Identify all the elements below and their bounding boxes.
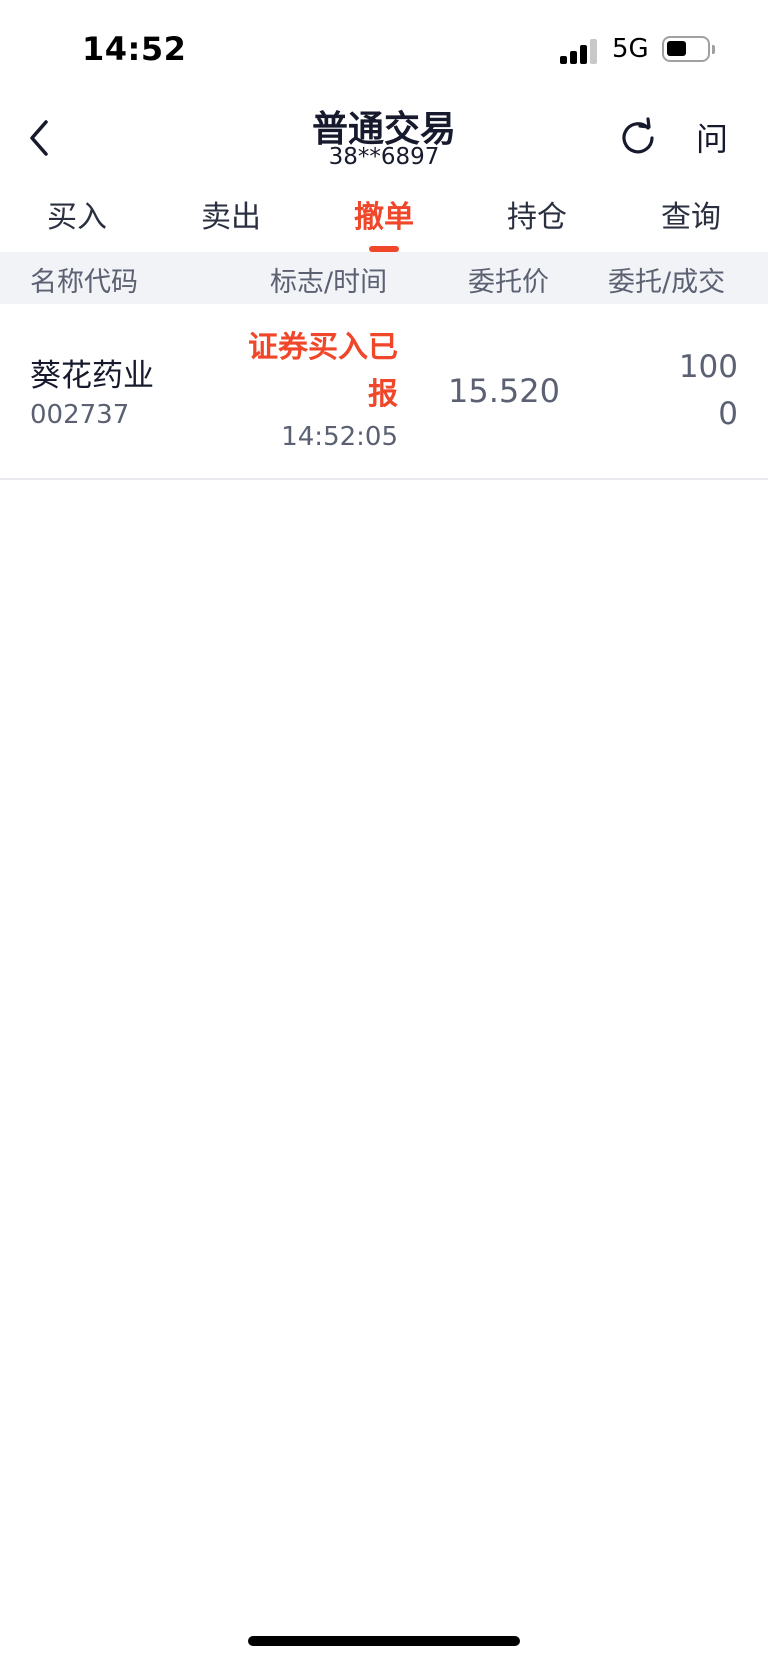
stock-name: 葵花药业 [30, 358, 154, 394]
table-header: 名称代码 标志/时间 委托价 委托/成交 [0, 252, 768, 304]
network-label: 5G [612, 34, 649, 64]
column-header-price: 委托价 [468, 267, 549, 298]
tab-query[interactable]: 查询 [631, 192, 751, 236]
signal-icon [560, 38, 600, 64]
order-time: 14:52:05 [281, 422, 398, 452]
entrust-quantity: 100 [678, 349, 738, 385]
tab-buy[interactable]: 买入 [17, 192, 137, 236]
order-quantity: 100 0 [660, 344, 738, 438]
refresh-button[interactable] [618, 116, 658, 158]
tab-cancel-order[interactable]: 撤单 [324, 192, 444, 236]
column-header-flag-time: 标志/时间 [270, 267, 388, 298]
help-button[interactable]: 问 [696, 114, 728, 160]
tab-sell[interactable]: 卖出 [171, 192, 291, 236]
refresh-icon [622, 117, 654, 154]
battery-icon [662, 36, 710, 62]
order-price: 15.520 [448, 372, 560, 410]
column-header-name-code: 名称代码 [30, 267, 138, 298]
filled-quantity: 0 [718, 396, 738, 432]
tab-bar: 买入 卖出 撤单 持仓 查询 [0, 192, 768, 250]
column-header-entrust-filled: 委托/成交 [608, 267, 726, 298]
tab-holdings[interactable]: 持仓 [477, 192, 597, 236]
status-time: 14:52 [82, 30, 187, 68]
battery-tip [712, 45, 715, 54]
status-bar: 14:52 5G [0, 0, 768, 100]
home-indicator [248, 1636, 520, 1646]
stock-code: 002737 [30, 400, 130, 430]
table-row[interactable]: 葵花药业 002737 证券买入已报 14:52:05 15.520 100 0 [0, 304, 768, 480]
order-status: 证券买入已报 [248, 330, 398, 412]
